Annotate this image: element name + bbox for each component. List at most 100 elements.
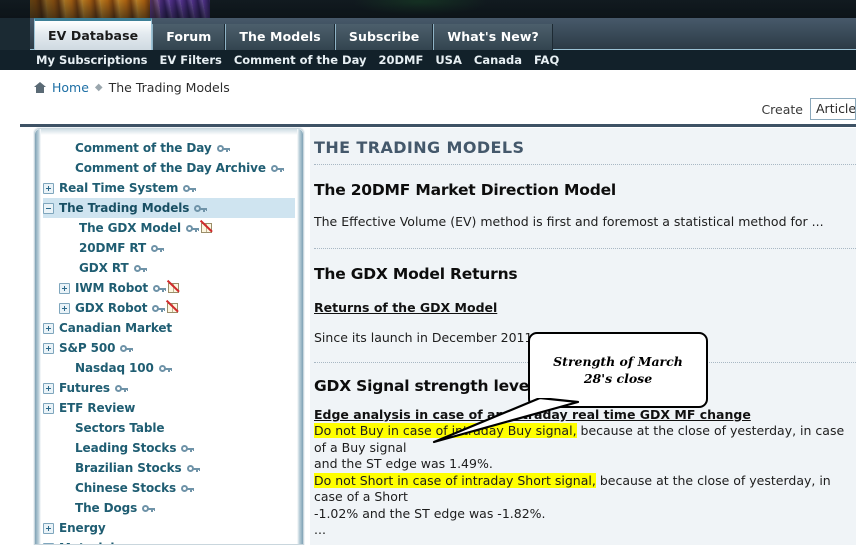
no-book-icon <box>199 219 213 234</box>
tab-label: The Models <box>239 29 321 44</box>
key-icon <box>181 444 195 453</box>
section-paragraph-20dmf: The Effective Volume (EV) method is firs… <box>314 214 824 229</box>
sidebar-item-label: Real Time System <box>59 181 179 195</box>
sidebar-tree: Comment of the Day Comment of the Day Arc… <box>43 138 295 544</box>
sidebar-item-the-trading-models[interactable]: The Trading Models <box>43 198 295 218</box>
breadcrumb-current: The Trading Models <box>108 80 230 95</box>
sidebar-item-gdx-rt[interactable]: GDX RT <box>43 258 295 278</box>
primary-tab-list: EV Database Forum The Models Subscribe W… <box>34 18 553 50</box>
breadcrumb-home-link[interactable]: Home <box>52 80 89 95</box>
sidebar-item-content: Comment of the Day <box>59 141 230 155</box>
sidebar-item-content: Real Time System <box>43 181 197 195</box>
sidebar-item-etf-review[interactable]: ETF Review <box>43 398 295 418</box>
callout-text: Strength of March 28's close <box>553 354 683 386</box>
sidebar-item-label: Futures <box>59 381 110 395</box>
sidebar-item-label: Brazilian Stocks <box>75 461 182 475</box>
sidebar-item-label: Comment of the Day <box>75 141 212 155</box>
sidebar-item-chinese-stocks[interactable]: Chinese Stocks <box>43 478 295 498</box>
sidebar-item-sectors-table[interactable]: Sectors Table <box>43 418 295 438</box>
key-icon <box>216 144 230 153</box>
sidebar-item-comment-of-the-day-archive[interactable]: Comment of the Day Archive <box>43 158 295 178</box>
sidebar-item-brazilian-stocks[interactable]: Brazilian Stocks <box>43 458 295 478</box>
key-icon <box>186 224 200 233</box>
key-icon <box>142 504 156 513</box>
section-heading-gdx-returns: The GDX Model Returns <box>314 265 518 283</box>
expand-icon[interactable] <box>43 542 54 544</box>
sidebar-item-label: IWM Robot <box>75 281 148 295</box>
subnav-item-comment-of-the-day[interactable]: Comment of the Day <box>234 53 367 67</box>
sidebar-item-20dmf-rt[interactable]: 20DMF RT <box>43 238 295 258</box>
tab-label: EV Database <box>48 28 139 43</box>
sidebar-item-comment-of-the-day[interactable]: Comment of the Day <box>43 138 295 158</box>
expand-icon[interactable] <box>43 342 54 354</box>
sidebar-item-content: GDX RT <box>63 261 147 275</box>
tab-ev-database[interactable]: EV Database <box>34 18 153 50</box>
sidebar-item-label: Nasdaq 100 <box>75 361 154 375</box>
key-icon <box>151 244 165 253</box>
tab-the-models[interactable]: The Models <box>225 24 335 50</box>
expand-icon[interactable] <box>43 522 54 534</box>
sidebar-item-materials[interactable]: Materials <box>43 538 295 544</box>
create-control-row: Create Article <box>761 98 856 120</box>
subnav-item-canada[interactable]: Canada <box>474 53 522 67</box>
sidebar-right-edge <box>297 129 303 544</box>
edge-analysis-short-line: Do not Short in case of intraday Short s… <box>314 472 856 506</box>
returns-of-gdx-model-link[interactable]: Returns of the GDX Model <box>314 300 497 315</box>
tab-subscribe[interactable]: Subscribe <box>334 24 434 50</box>
key-icon <box>120 344 134 353</box>
breadcrumb: Home ◆ The Trading Models <box>34 80 230 95</box>
expand-icon[interactable] <box>59 302 70 314</box>
sidebar-item-label: The Trading Models <box>59 201 190 215</box>
sidebar-item-s-p-500[interactable]: S&P 500 <box>43 338 295 358</box>
sidebar-top-edge <box>35 129 303 135</box>
expand-icon[interactable] <box>43 182 54 194</box>
sidebar-item-futures[interactable]: Futures <box>43 378 295 398</box>
app-window: EV Database Forum The Models Subscribe W… <box>0 0 856 545</box>
site-banner <box>0 0 856 18</box>
sidebar-item-iwm-robot[interactable]: IWM Robot <box>43 278 295 298</box>
sidebar-item-the-dogs[interactable]: The Dogs <box>43 498 295 518</box>
sidebar-item-energy[interactable]: Energy <box>43 518 295 538</box>
secondary-nav: My Subscriptions EV Filters Comment of the… <box>0 50 856 70</box>
subnav-item-20dmf[interactable]: 20DMF <box>378 53 423 67</box>
breadcrumb-separator-icon: ◆ <box>94 82 103 93</box>
tab-whats-new[interactable]: What's New? <box>433 24 553 50</box>
subnav-item-my-subscriptions[interactable]: My Subscriptions <box>36 53 148 67</box>
sidebar-item-nasdaq-100[interactable]: Nasdaq 100 <box>43 358 295 378</box>
expand-icon[interactable] <box>43 402 54 414</box>
expand-icon[interactable] <box>59 282 70 294</box>
tab-forum[interactable]: Forum <box>152 24 226 50</box>
create-type-select[interactable]: Article <box>810 98 856 120</box>
subnav-item-ev-filters[interactable]: EV Filters <box>160 53 222 67</box>
sidebar-item-gdx-robot[interactable]: GDX Robot <box>43 298 295 318</box>
primary-nav: EV Database Forum The Models Subscribe W… <box>0 18 856 50</box>
callout-balloon: Strength of March 28's close <box>528 332 708 408</box>
sidebar-item-content: Brazilian Stocks <box>59 461 200 475</box>
sidebar-item-content: Canadian Market <box>43 321 172 335</box>
sidebar-item-content: GDX Robot <box>59 299 180 315</box>
subnav-item-usa[interactable]: USA <box>435 53 462 67</box>
sidebar-item-label: The Dogs <box>75 501 138 515</box>
sidebar-item-real-time-system[interactable]: Real Time System <box>43 178 295 198</box>
page-title: THE TRADING MODELS <box>314 138 525 157</box>
sidebar-item-content: Comment of the Day Archive <box>59 161 284 175</box>
no-book-icon <box>166 299 180 314</box>
sidebar-item-content: 20DMF RT <box>63 241 165 255</box>
expand-icon[interactable] <box>43 382 54 394</box>
sidebar-item-the-gdx-model[interactable]: The GDX Model <box>43 218 295 238</box>
sidebar-item-leading-stocks[interactable]: Leading Stocks <box>43 438 295 458</box>
sidebar-item-content: Futures <box>43 381 128 395</box>
sidebar-item-label: ETF Review <box>59 401 136 415</box>
key-icon <box>152 284 166 293</box>
sidebar-item-canadian-market[interactable]: Canadian Market <box>43 318 295 338</box>
sidebar-item-content: ETF Review <box>43 401 135 415</box>
expand-icon[interactable] <box>43 322 54 334</box>
sidebar-item-content: Nasdaq 100 <box>59 361 172 375</box>
no-book-icon <box>166 279 180 294</box>
subnav-item-faq[interactable]: FAQ <box>534 53 559 67</box>
collapse-icon[interactable] <box>43 202 54 214</box>
